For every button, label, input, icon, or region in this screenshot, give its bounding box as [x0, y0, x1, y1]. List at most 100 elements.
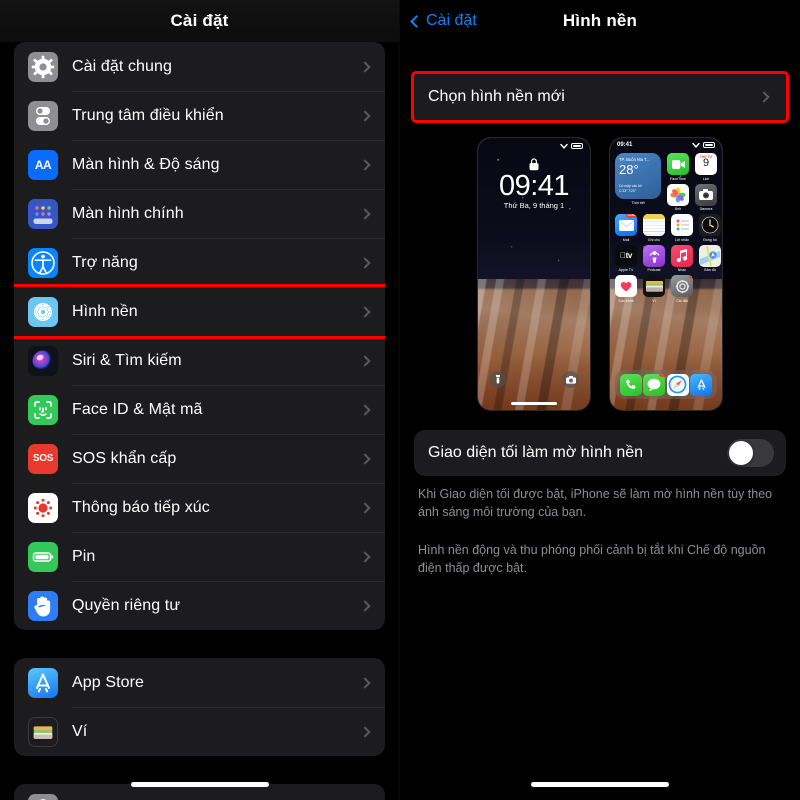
- home-indicator: [531, 782, 669, 787]
- mail-icon: 1.453: [615, 214, 637, 236]
- app-notes[interactable]: Ghi chú: [643, 214, 665, 242]
- lock-date: Thứ Ba, 9 tháng 1: [503, 201, 565, 210]
- sidebar-item-label: Cài đặt chung: [72, 57, 173, 75]
- settings-gear-icon: 1: [671, 275, 693, 297]
- chevron-right-icon: [359, 599, 371, 612]
- home-indicator: [511, 402, 557, 405]
- dual-screenshot-container: Cài đặt Cài đặt chung Trung tâm điều khi…: [0, 0, 800, 800]
- sidebar-item-wallet[interactable]: Ví: [14, 707, 385, 756]
- wifi-icon: [560, 143, 568, 149]
- sidebar-item-label: SOS khẩn cấp: [72, 449, 177, 467]
- wallet-icon: [643, 275, 665, 297]
- display-brightness-icon: AA: [28, 149, 58, 180]
- sidebar-item-emergency-sos[interactable]: SOS SOS khẩn cấp: [14, 434, 385, 483]
- messages-icon[interactable]: 73: [643, 373, 666, 396]
- sidebar-item-label: Hình nền: [72, 302, 138, 320]
- lock-screen-preview[interactable]: 09:41 Thứ Ba, 9 tháng 1: [478, 138, 590, 410]
- chevron-right-icon: [359, 725, 371, 738]
- app-wallet[interactable]: Ví: [643, 275, 665, 303]
- home-status-bar: 09:41: [610, 142, 722, 148]
- home-dock: 73: [615, 370, 717, 399]
- settings-navbar: Cài đặt: [0, 0, 399, 42]
- flashlight-icon[interactable]: [489, 371, 506, 388]
- sidebar-item-display-brightness[interactable]: AA Màn hình & Độ sáng: [14, 140, 385, 189]
- calendar-icon: THỨ TƯ 9: [695, 153, 717, 175]
- app-maps[interactable]: Bản đồ: [699, 244, 721, 272]
- chevron-right-icon: [359, 452, 371, 465]
- home-screen-icon: [28, 198, 58, 229]
- chevron-right-icon: [359, 158, 371, 171]
- app-podcasts[interactable]: Podcast: [643, 244, 665, 272]
- camera-icon[interactable]: [562, 371, 579, 388]
- chevron-right-icon: [359, 109, 371, 122]
- phone-icon[interactable]: [619, 373, 642, 396]
- calendar-day: 9: [702, 156, 710, 169]
- app-music[interactable]: Nhạc: [671, 244, 693, 272]
- app-photos[interactable]: Ảnh: [667, 183, 689, 211]
- widget-range: C:33° T:20°: [619, 189, 637, 194]
- sidebar-item-siri-search[interactable]: Siri & Tìm kiếm: [14, 336, 385, 385]
- weather-widget[interactable]: TP. Buôn Ma T... 28° Có mây vào tối C:33…: [615, 153, 661, 199]
- page-title: Cài đặt: [170, 11, 229, 30]
- app-label: Mail: [622, 237, 630, 242]
- sidebar-item-face-id[interactable]: Face ID & Mật mã: [14, 385, 385, 434]
- chevron-right-icon: [359, 501, 371, 514]
- back-button[interactable]: Cài đặt: [410, 12, 477, 30]
- app-store-icon: [28, 667, 58, 698]
- sidebar-item-general[interactable]: Cài đặt chung: [14, 42, 385, 91]
- app-apple-tv[interactable]: tv Apple TV: [615, 244, 637, 272]
- wallpaper-navbar: Cài đặt Hình nền: [400, 0, 800, 42]
- chevron-right-icon: [359, 403, 371, 416]
- sidebar-item-label: Ví: [72, 722, 88, 740]
- sidebar-item-label: Màn hình chính: [72, 204, 184, 222]
- notes-icon: [643, 214, 665, 236]
- exposure-notification-icon: [28, 492, 58, 523]
- gear-icon: [28, 51, 58, 82]
- app-label: Nhạc: [677, 268, 687, 272]
- app-facetime[interactable]: FaceTime: [667, 153, 689, 181]
- app-reminders[interactable]: Lời nhắc: [671, 214, 693, 242]
- sidebar-item-label: Trung tâm điều khiển: [72, 106, 224, 124]
- safari-icon[interactable]: [666, 373, 689, 396]
- health-icon: [615, 275, 637, 297]
- badge-count: 73: [659, 373, 666, 378]
- sidebar-item-app-store[interactable]: App Store: [14, 658, 385, 707]
- lock-status-bar: [560, 143, 583, 149]
- wallpaper-screen: Cài đặt Hình nền Chọn hình nền mới 09:41…: [400, 0, 800, 800]
- app-health[interactable]: Sức khỏe: [615, 275, 637, 303]
- choose-new-wallpaper-label: Chọn hình nền mới: [428, 88, 565, 105]
- app-camera[interactable]: Camera: [695, 183, 717, 211]
- passwords-key-icon: [28, 793, 58, 800]
- sidebar-item-accessibility[interactable]: Trợ năng: [14, 238, 385, 287]
- dark-appearance-section: Giao diện tối làm mờ hình nền Khi Giao d…: [400, 430, 800, 578]
- sidebar-item-exposure-notifications[interactable]: Thông báo tiếp xúc: [14, 483, 385, 532]
- sidebar-item-battery[interactable]: Pin: [14, 532, 385, 581]
- battery-icon: [28, 541, 58, 572]
- chevron-right-icon: [359, 676, 371, 689]
- widget-row: TP. Buôn Ma T... 28° Có mây vào tối C:33…: [615, 153, 717, 211]
- app-store-icon[interactable]: [690, 373, 713, 396]
- app-settings[interactable]: 1 Cài đặt: [671, 275, 693, 303]
- home-screen-preview[interactable]: 09:41 TP. Buôn Ma T... 28° Có mây vào tố…: [610, 138, 722, 410]
- app-label: FaceTime: [670, 176, 686, 181]
- app-label: Camera: [699, 207, 713, 211]
- sidebar-item-label: Màn hình & Độ sáng: [72, 155, 220, 173]
- siri-icon: [28, 345, 58, 376]
- app-clock[interactable]: Đồng hồ: [699, 214, 721, 242]
- footnote-1: Khi Giao diện tối được bật, iPhone sẽ là…: [418, 487, 773, 520]
- apple-tv-icon: tv: [615, 244, 637, 267]
- sidebar-item-wallpaper[interactable]: Hình nền: [14, 284, 385, 339]
- app-mail[interactable]: 1.453 Mail: [615, 214, 637, 242]
- sidebar-item-home-screen[interactable]: Màn hình chính: [14, 189, 385, 238]
- home-indicator: [130, 782, 269, 787]
- sidebar-item-control-center[interactable]: Trung tâm điều khiển: [14, 91, 385, 140]
- dark-appearance-row[interactable]: Giao diện tối làm mờ hình nền: [414, 430, 786, 476]
- dark-appearance-toggle[interactable]: [727, 439, 774, 467]
- sidebar-item-label: Quyền riêng tư: [72, 596, 181, 614]
- sidebar-item-privacy[interactable]: Quyền riêng tư: [14, 581, 385, 630]
- settings-screen: Cài đặt Cài đặt chung Trung tâm điều khi…: [0, 0, 400, 800]
- app-calendar[interactable]: THỨ TƯ 9 Lịch: [695, 153, 717, 181]
- app-row: 1.453 Mail Ghi chú Lời nhắc Đồng hồ: [615, 214, 721, 242]
- choose-new-wallpaper-row[interactable]: Chọn hình nền mới: [411, 71, 789, 123]
- app-label: Lịch: [702, 176, 710, 181]
